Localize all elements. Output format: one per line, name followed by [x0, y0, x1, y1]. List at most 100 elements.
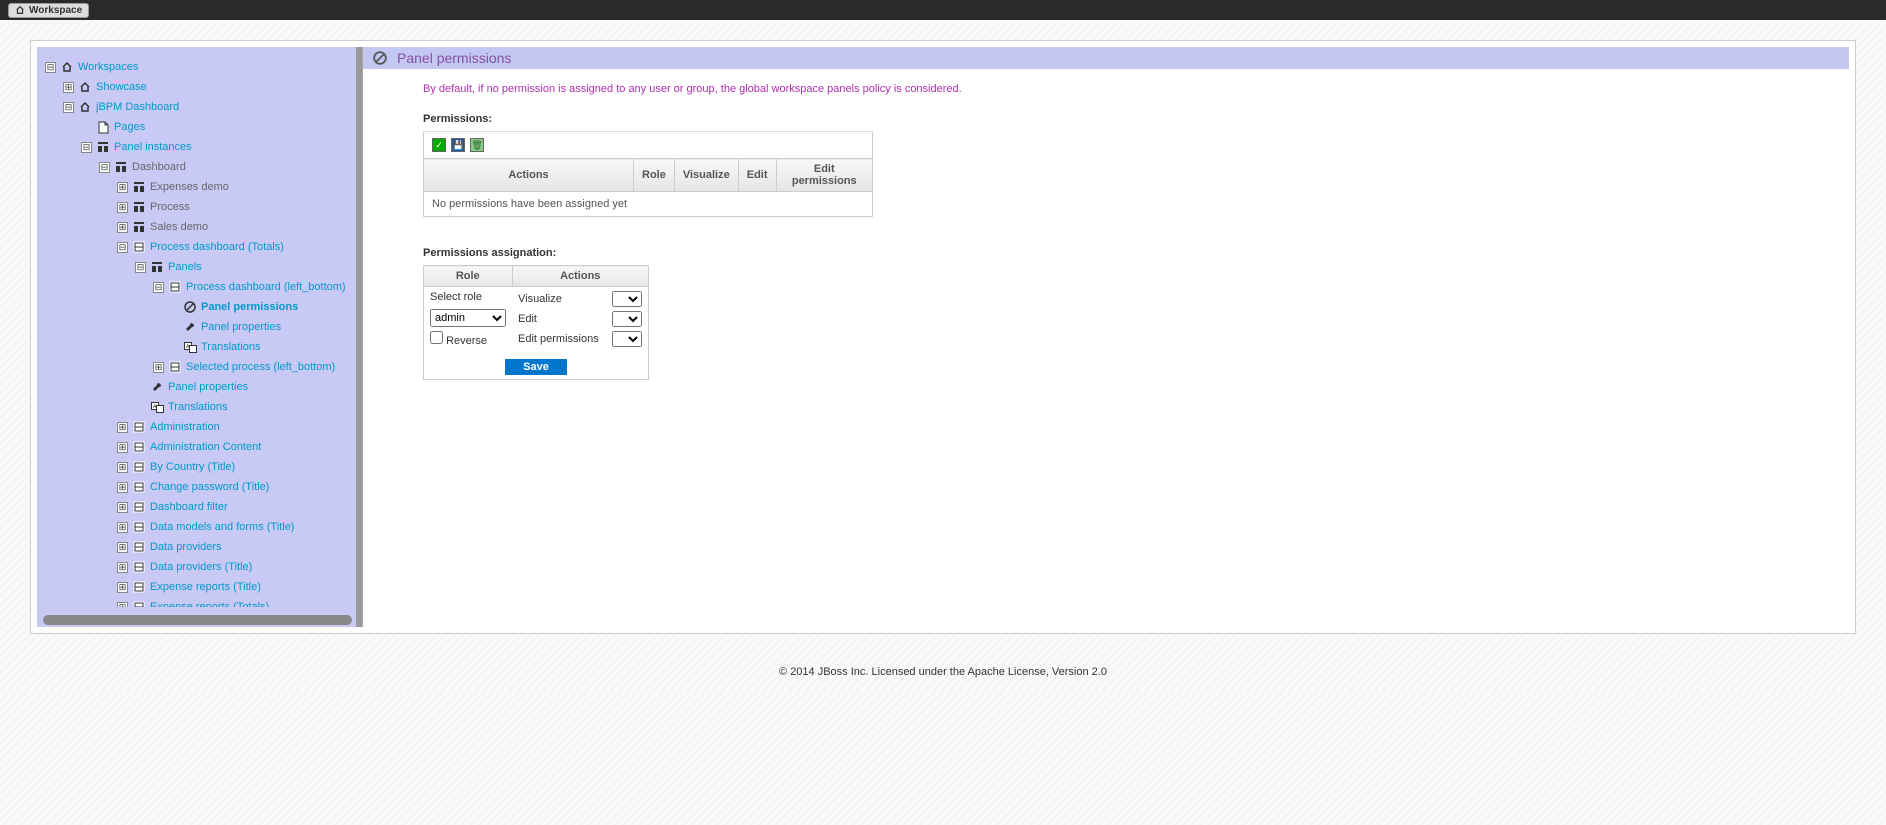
footer: © 2014 JBoss Inc. Licensed under the Apa…: [0, 654, 1886, 690]
tree-jbpm[interactable]: ⊟ jBPM Dashboard: [45, 97, 356, 117]
tree-expense-reports-totals[interactable]: ⊞ Expense reports (Totals): [45, 597, 356, 607]
expand-icon[interactable]: ⊞: [117, 442, 128, 453]
tree-panel-instances[interactable]: ⊟ Panel instances: [45, 137, 356, 157]
tree-panel-permissions[interactable]: Panel permissions: [45, 297, 356, 317]
tree-data-models-forms[interactable]: ⊞ Data models and forms (Title): [45, 517, 356, 537]
tree-change-password[interactable]: ⊞ Change password (Title): [45, 477, 356, 497]
tree-label[interactable]: Workspaces: [78, 61, 138, 73]
tree-process-dashboard-lb[interactable]: ⊟ Process dashboard (left_bottom): [45, 277, 356, 297]
tree-expenses-demo[interactable]: ⊞ Expenses demo: [45, 177, 356, 197]
tree-label[interactable]: Expenses demo: [150, 181, 229, 193]
select-all-icon[interactable]: ✓: [432, 138, 446, 152]
tree-dashboard[interactable]: ⊟ Dashboard: [45, 157, 356, 177]
tree-administration-content[interactable]: ⊞ Administration Content: [45, 437, 356, 457]
collapse-icon[interactable]: ⊟: [45, 62, 56, 73]
tree-by-country[interactable]: ⊞ By Country (Title): [45, 457, 356, 477]
tree-expense-reports-title[interactable]: ⊞ Expense reports (Title): [45, 577, 356, 597]
editperms-select[interactable]: [612, 331, 642, 347]
tree-label[interactable]: Panels: [168, 261, 202, 273]
expand-icon[interactable]: ⊞: [117, 522, 128, 533]
role-select[interactable]: admin: [430, 309, 506, 327]
expand-icon[interactable]: ⊞: [117, 482, 128, 493]
reverse-label: Reverse: [446, 335, 487, 347]
tree-label[interactable]: Panel permissions: [201, 301, 298, 313]
collapse-icon[interactable]: ⊟: [99, 162, 110, 173]
tree-label[interactable]: Selected process (left_bottom): [186, 361, 335, 373]
tree[interactable]: ⊟ Workspaces ⊞ Showcase ⊟ jBPM Dashboard…: [37, 47, 362, 607]
expand-icon[interactable]: ⊞: [117, 182, 128, 193]
expand-icon[interactable]: ⊞: [117, 202, 128, 213]
tree-administration[interactable]: ⊞ Administration: [45, 417, 356, 437]
tree-translations-inner[interactable]: A Translations: [45, 337, 356, 357]
sidebar-resize-handle[interactable]: [356, 47, 362, 627]
save-button[interactable]: Save: [505, 359, 567, 375]
collapse-icon[interactable]: ⊟: [153, 282, 164, 293]
expand-icon[interactable]: ⊞: [117, 562, 128, 573]
tree-translations[interactable]: A Translations: [45, 397, 356, 417]
expand-icon[interactable]: ⊞: [153, 362, 164, 373]
horizontal-scrollbar[interactable]: [43, 615, 352, 625]
tree-label[interactable]: Change password (Title): [150, 481, 269, 493]
tree-label[interactable]: Pages: [114, 121, 145, 133]
block-icon: [132, 240, 146, 254]
tree-label[interactable]: Data providers: [150, 541, 222, 553]
tree-label[interactable]: Data providers (Title): [150, 561, 252, 573]
tree-label[interactable]: Panel instances: [114, 141, 192, 153]
tree-label[interactable]: Translations: [168, 401, 228, 413]
tree-sales-demo[interactable]: ⊞ Sales demo: [45, 217, 356, 237]
save-disk-icon[interactable]: 💾: [451, 138, 465, 152]
tree-workspaces[interactable]: ⊟ Workspaces: [45, 57, 356, 77]
expand-icon[interactable]: ⊞: [63, 82, 74, 93]
tree-label[interactable]: Sales demo: [150, 221, 208, 233]
assignation-label: Permissions assignation:: [423, 247, 1789, 259]
tree-data-providers-title[interactable]: ⊞ Data providers (Title): [45, 557, 356, 577]
collapse-icon[interactable]: ⊟: [117, 242, 128, 253]
tree-panel-properties-inner[interactable]: Panel properties: [45, 317, 356, 337]
expand-icon[interactable]: ⊞: [117, 582, 128, 593]
tree-label[interactable]: Process dashboard (left_bottom): [186, 281, 346, 293]
expand-icon[interactable]: ⊞: [117, 422, 128, 433]
workspace-button[interactable]: Workspace: [8, 3, 89, 18]
tree-label[interactable]: jBPM Dashboard: [96, 101, 179, 113]
tree-label[interactable]: Process: [150, 201, 190, 213]
tree-dashboard-filter[interactable]: ⊞ Dashboard filter: [45, 497, 356, 517]
tree-showcase[interactable]: ⊞ Showcase: [45, 77, 356, 97]
tree-label[interactable]: Dashboard filter: [150, 501, 228, 513]
home-icon: [60, 60, 74, 74]
assignation-table: Role Actions Select role admin Reverse: [423, 265, 649, 380]
tree-label[interactable]: Showcase: [96, 81, 147, 93]
expand-icon[interactable]: ⊞: [117, 502, 128, 513]
tree-data-providers[interactable]: ⊞ Data providers: [45, 537, 356, 557]
tree-label[interactable]: Panel properties: [168, 381, 248, 393]
expand-icon[interactable]: ⊞: [117, 542, 128, 553]
tree-panels[interactable]: ⊟ Panels: [45, 257, 356, 277]
collapse-icon[interactable]: ⊟: [63, 102, 74, 113]
expand-icon[interactable]: ⊞: [117, 222, 128, 233]
expand-icon[interactable]: ⊞: [117, 462, 128, 473]
tree-process-dashboard-totals[interactable]: ⊟ Process dashboard (Totals): [45, 237, 356, 257]
visualize-select[interactable]: [612, 291, 642, 307]
delete-icon[interactable]: 🗑: [470, 138, 484, 152]
tree-label[interactable]: Process dashboard (Totals): [150, 241, 284, 253]
tree-label[interactable]: Panel properties: [201, 321, 281, 333]
expand-icon[interactable]: ⊞: [117, 602, 128, 608]
collapse-icon[interactable]: ⊟: [135, 262, 146, 273]
block-icon: [132, 420, 146, 434]
panel-icon: [132, 200, 146, 214]
collapse-icon[interactable]: ⊟: [81, 142, 92, 153]
tree-panel-properties[interactable]: Panel properties: [45, 377, 356, 397]
tree-label[interactable]: Dashboard: [132, 161, 186, 173]
reverse-checkbox[interactable]: [430, 331, 443, 344]
tree-process[interactable]: ⊞ Process: [45, 197, 356, 217]
tree-selected-process-lb[interactable]: ⊞ Selected process (left_bottom): [45, 357, 356, 377]
edit-select[interactable]: [612, 311, 642, 327]
tree-label[interactable]: By Country (Title): [150, 461, 235, 473]
tree-label[interactable]: Translations: [201, 341, 261, 353]
tree-label[interactable]: Administration: [150, 421, 220, 433]
tree-label[interactable]: Expense reports (Totals): [150, 601, 269, 607]
tree-label[interactable]: Expense reports (Title): [150, 581, 261, 593]
action-visualize-label: Visualize: [518, 293, 562, 305]
tree-pages[interactable]: Pages: [45, 117, 356, 137]
tree-label[interactable]: Administration Content: [150, 441, 261, 453]
tree-label[interactable]: Data models and forms (Title): [150, 521, 294, 533]
